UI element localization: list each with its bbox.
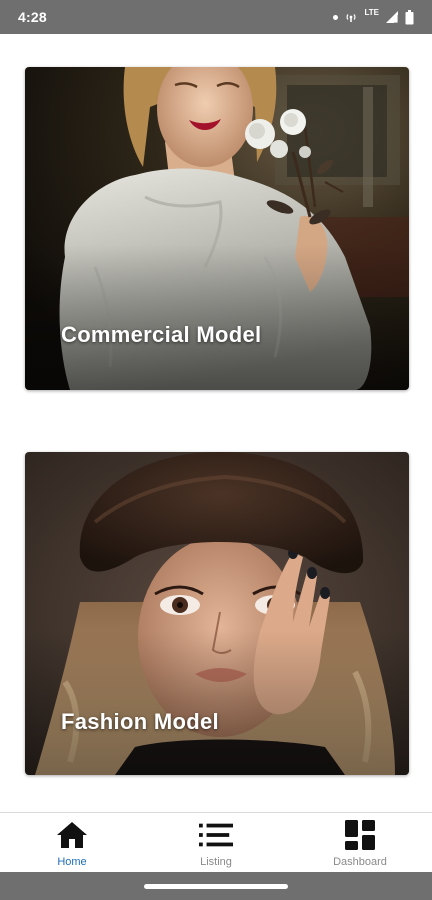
- lte-label: LTE: [364, 7, 379, 17]
- status-bar: 4:28 LTE: [0, 0, 432, 34]
- fashion-model-card[interactable]: Fashion Model: [25, 452, 409, 775]
- status-time: 4:28: [18, 9, 47, 25]
- hotspot-icon: [346, 14, 357, 22]
- nav-item-listing[interactable]: Listing: [144, 813, 288, 872]
- gesture-navigation-bar: [0, 872, 432, 900]
- notification-dot-icon: [333, 14, 339, 20]
- nav-item-dashboard[interactable]: Dashboard: [288, 813, 432, 872]
- commercial-model-card[interactable]: Commercial Model: [25, 67, 409, 390]
- bottom-navigation: Home Listing Dashboard: [0, 812, 432, 872]
- nav-label-dashboard: Dashboard: [333, 856, 387, 868]
- card-title-fashion: Fashion Model: [61, 709, 219, 734]
- dashboard-icon: [343, 820, 377, 850]
- home-content: Commercial Model Fashion Model: [0, 34, 432, 812]
- card-title-commercial: Commercial Model: [61, 322, 262, 347]
- status-icons: LTE: [333, 7, 414, 25]
- battery-icon: [405, 9, 414, 24]
- nav-label-listing: Listing: [200, 856, 232, 868]
- nav-item-home[interactable]: Home: [0, 813, 144, 872]
- home-icon: [55, 820, 89, 850]
- home-gesture-handle[interactable]: [144, 883, 288, 889]
- list-icon: [199, 820, 233, 850]
- nav-label-home: Home: [57, 856, 87, 868]
- signal-icon: [386, 11, 399, 24]
